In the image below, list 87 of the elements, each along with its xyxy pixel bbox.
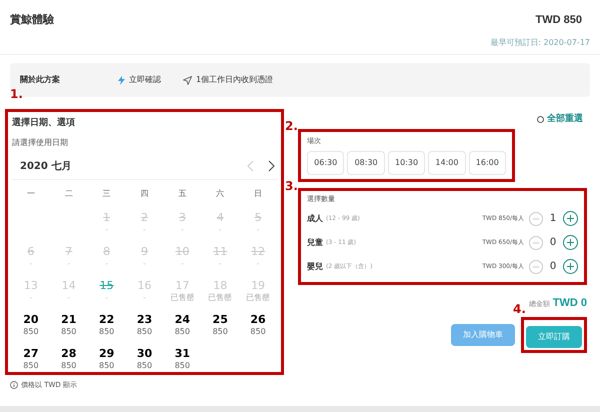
day-price: - xyxy=(180,224,184,234)
day-price: 已售罄 xyxy=(208,292,232,302)
day-price: 850 xyxy=(250,326,266,336)
circle-icon xyxy=(537,116,544,124)
day-price: 850 xyxy=(23,326,39,336)
ticket-type: 兒童 xyxy=(307,236,323,248)
day-price: - xyxy=(256,258,260,268)
annotation-number: 4. xyxy=(513,303,526,315)
day-price: 850 xyxy=(136,360,152,370)
day-price: - xyxy=(143,224,146,234)
info-text: 1個工作日內收到憑證 xyxy=(196,74,274,86)
lightning-icon xyxy=(118,76,125,84)
weekday-label: 一 xyxy=(26,188,35,200)
calendar-day[interactable]: 27 xyxy=(23,346,39,360)
day-price: 850 xyxy=(98,360,114,370)
day-price: - xyxy=(218,224,222,234)
reset-link[interactable]: 全部重選 xyxy=(547,113,583,126)
day-price: - xyxy=(143,258,146,268)
calendar-day[interactable]: 30 xyxy=(136,346,152,360)
calendar-day[interactable]: 25 xyxy=(212,312,228,326)
calendar-day[interactable]: 26 xyxy=(250,312,266,326)
month-label: 2020 七月 xyxy=(20,160,72,174)
day-price: - xyxy=(29,292,32,302)
plus-icon[interactable] xyxy=(563,259,578,274)
day-price: - xyxy=(143,292,146,302)
day-price: - xyxy=(180,258,184,268)
calendar-day[interactable]: 31 xyxy=(174,346,190,360)
info-label: 關於此方案 xyxy=(20,74,61,86)
total-amount: TWD 0 xyxy=(552,296,587,310)
annotation-number: 3. xyxy=(285,180,298,192)
plus-icon[interactable] xyxy=(563,211,578,226)
day-price: - xyxy=(256,224,260,234)
calendar-day[interactable]: 29 xyxy=(98,346,114,360)
calendar-day[interactable]: 28 xyxy=(61,346,76,360)
quantity-value: 1 xyxy=(548,212,558,226)
calendar-day[interactable]: 22 xyxy=(98,312,114,326)
day-price: 850 xyxy=(136,326,152,336)
day-price: 850 xyxy=(212,326,228,336)
calendar-day[interactable]: 20 xyxy=(23,312,39,326)
day-price: - xyxy=(29,258,32,268)
calendar-title: 選擇日期、選項 xyxy=(12,117,76,130)
day-price: - xyxy=(105,224,108,234)
price: TWD 850 xyxy=(536,13,583,28)
day-price: - xyxy=(67,258,70,268)
weekday-label: 六 xyxy=(216,188,224,200)
day-price: 已售罄 xyxy=(246,292,270,302)
weekday-label: 二 xyxy=(64,188,73,200)
day-price: - xyxy=(67,292,70,302)
session-button[interactable]: 14:00 xyxy=(428,151,466,175)
info-text: 立即確認 xyxy=(129,74,161,86)
day-price: 850 xyxy=(61,360,76,370)
day-price: 850 xyxy=(174,326,190,336)
weekday-label: 三 xyxy=(102,188,111,200)
calendar-subtitle: 請選擇使用日期 xyxy=(12,136,69,148)
page-title: 賞鯨體驗 xyxy=(10,12,54,28)
calendar-day[interactable]: 15 xyxy=(100,278,114,292)
weekday-label: 五 xyxy=(178,188,186,200)
send-icon xyxy=(183,76,192,84)
info-icon xyxy=(10,381,18,390)
day-price: - xyxy=(218,258,222,268)
session-button[interactable]: 08:30 xyxy=(347,151,385,175)
earliest-date: 最早可預訂日: 2020-07-17 xyxy=(490,36,590,48)
day-price: 850 xyxy=(61,326,76,336)
day-price: - xyxy=(105,292,108,302)
buy-now-button[interactable]: 立即訂購 xyxy=(526,326,582,348)
add-to-cart-button[interactable]: 加入購物車 xyxy=(451,324,515,346)
quantity-value: 0 xyxy=(548,236,558,250)
day-price: 已售罄 xyxy=(170,292,194,302)
annotation-number: 1. xyxy=(10,88,23,100)
session-button[interactable]: 10:30 xyxy=(388,151,426,175)
weekday-label: 日 xyxy=(254,188,262,200)
day-price: 850 xyxy=(174,360,190,370)
day-price: 850 xyxy=(23,360,39,370)
day-price: - xyxy=(105,258,108,268)
ticket-type: 嬰兒 xyxy=(307,260,323,272)
chevron-right-icon[interactable] xyxy=(268,160,275,172)
annotation-number: 2. xyxy=(285,120,298,132)
session-button[interactable]: 16:00 xyxy=(468,151,506,175)
calendar-day[interactable]: 23 xyxy=(136,312,152,326)
ticket-type: 成人 xyxy=(307,212,323,224)
calendar-day[interactable]: 21 xyxy=(61,312,76,326)
plus-icon[interactable] xyxy=(563,235,578,250)
weekday-label: 四 xyxy=(140,188,148,200)
session-button[interactable]: 06:30 xyxy=(307,151,344,175)
quantity-value: 0 xyxy=(548,260,558,274)
day-price: 850 xyxy=(98,326,114,336)
calendar-day[interactable]: 24 xyxy=(174,312,190,326)
